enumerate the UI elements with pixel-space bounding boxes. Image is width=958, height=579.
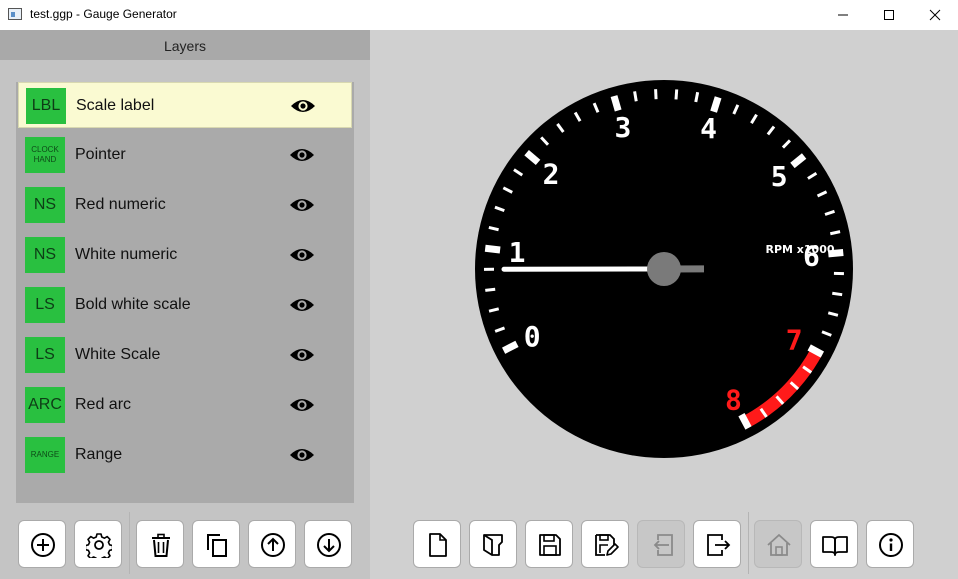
layer-name: White numeric bbox=[75, 246, 178, 263]
eye-icon[interactable] bbox=[289, 146, 315, 164]
manual-button[interactable] bbox=[810, 520, 858, 568]
scale-number: 1 bbox=[509, 236, 526, 269]
toolbar-separator bbox=[129, 512, 130, 574]
import-button[interactable] bbox=[637, 520, 685, 568]
pointer-hub bbox=[647, 252, 681, 286]
close-icon bbox=[929, 9, 941, 21]
layer-row[interactable]: LBL Scale label bbox=[18, 82, 352, 128]
move-down-icon bbox=[317, 533, 341, 557]
scale-number: 3 bbox=[614, 111, 631, 144]
minor-tick bbox=[694, 91, 700, 103]
gauge-preview: 0123 45678 RPM x1000 bbox=[475, 80, 853, 458]
scale-number: 4 bbox=[700, 112, 717, 145]
minor-tick bbox=[633, 91, 638, 102]
info-icon bbox=[879, 533, 903, 557]
layer-name: Red numeric bbox=[75, 196, 166, 213]
manual-book-icon bbox=[822, 536, 848, 556]
eye-icon[interactable] bbox=[289, 346, 315, 364]
window-title: test.ggp - Gauge Generator bbox=[30, 7, 177, 21]
open-file-icon bbox=[483, 534, 503, 556]
gauge-unit-label: RPM x1000 bbox=[765, 243, 834, 256]
layer-name: Scale label bbox=[76, 97, 155, 114]
minimize-button[interactable] bbox=[820, 0, 866, 30]
layer-type-badge: LS bbox=[25, 337, 65, 373]
import-icon bbox=[653, 534, 673, 556]
layer-type-badge: RANGE bbox=[25, 437, 65, 473]
minor-tick bbox=[832, 291, 843, 297]
eye-icon[interactable] bbox=[290, 97, 316, 115]
delete-layer-button[interactable] bbox=[136, 520, 184, 568]
eye-icon[interactable] bbox=[289, 396, 315, 414]
layer-row[interactable]: LS Bold white scale bbox=[18, 282, 352, 328]
save-icon bbox=[539, 534, 561, 556]
scale-number: 8 bbox=[725, 384, 742, 417]
duplicate-layer-button[interactable] bbox=[192, 520, 240, 568]
layer-type-badge: ARC bbox=[25, 387, 65, 423]
layers-panel: Layers LBL Scale label CLOCK HAND Pointer NS… bbox=[0, 30, 370, 579]
layers-header: Layers bbox=[0, 30, 370, 60]
duplicate-icon bbox=[207, 534, 227, 557]
eye-icon[interactable] bbox=[289, 246, 315, 264]
layer-name: White Scale bbox=[75, 346, 161, 363]
save-button[interactable] bbox=[525, 520, 573, 568]
app-icon bbox=[8, 8, 22, 20]
minor-tick bbox=[674, 89, 679, 100]
maximize-icon bbox=[884, 10, 894, 20]
layer-name: Pointer bbox=[75, 146, 126, 163]
home-button[interactable] bbox=[754, 520, 802, 568]
layer-type-badge: LBL bbox=[26, 88, 66, 124]
save-as-icon bbox=[595, 534, 619, 556]
layer-row[interactable]: RANGE Range bbox=[18, 432, 352, 478]
minor-tick bbox=[485, 287, 496, 292]
open-file-button[interactable] bbox=[469, 520, 517, 568]
major-tick bbox=[710, 96, 722, 113]
close-button[interactable] bbox=[912, 0, 958, 30]
export-icon bbox=[707, 534, 731, 556]
layer-row[interactable]: NS White numeric bbox=[18, 232, 352, 278]
eye-icon[interactable] bbox=[289, 296, 315, 314]
layer-name: Red arc bbox=[75, 396, 132, 413]
new-file-button[interactable] bbox=[413, 520, 461, 568]
layer-type-badge: NS bbox=[25, 187, 65, 223]
scale-number: 7 bbox=[786, 323, 803, 356]
eye-icon[interactable] bbox=[289, 446, 315, 464]
layer-row[interactable]: LS White Scale bbox=[18, 332, 352, 378]
layer-name: Bold white scale bbox=[75, 296, 191, 313]
info-button[interactable] bbox=[866, 520, 914, 568]
layer-type-badge: LS bbox=[25, 287, 65, 323]
layer-settings-button[interactable] bbox=[74, 520, 122, 568]
layers-list: LBL Scale label CLOCK HAND Pointer NS Red num… bbox=[16, 82, 354, 503]
eye-icon[interactable] bbox=[289, 196, 315, 214]
save-as-button[interactable] bbox=[581, 520, 629, 568]
layer-type-badge: NS bbox=[25, 237, 65, 273]
move-up-icon bbox=[261, 533, 285, 557]
layer-row[interactable]: CLOCK HAND Pointer bbox=[18, 132, 352, 178]
layer-row[interactable]: ARC Red arc bbox=[18, 382, 352, 428]
minimize-icon bbox=[838, 14, 848, 16]
export-button[interactable] bbox=[693, 520, 741, 568]
minor-tick bbox=[829, 230, 841, 236]
add-layer-button[interactable] bbox=[18, 520, 66, 568]
toolbar-separator bbox=[748, 512, 749, 574]
delete-icon bbox=[152, 533, 170, 557]
maximize-button[interactable] bbox=[866, 0, 912, 30]
layer-row[interactable]: NS Red numeric bbox=[18, 182, 352, 228]
scale-number: 2 bbox=[543, 157, 560, 190]
layer-name: Range bbox=[75, 446, 123, 463]
new-file-icon bbox=[429, 533, 447, 557]
layer-type-badge: CLOCK HAND bbox=[25, 137, 65, 173]
major-tick bbox=[610, 95, 622, 112]
move-layer-up-button[interactable] bbox=[248, 520, 296, 568]
major-tick bbox=[484, 244, 501, 254]
scale-number: 0 bbox=[524, 320, 541, 353]
add-layer-icon bbox=[31, 533, 55, 557]
home-icon bbox=[767, 534, 791, 556]
scale-number: 5 bbox=[771, 160, 788, 193]
title-bar: test.ggp - Gauge Generator bbox=[0, 0, 958, 30]
layer-settings-icon bbox=[86, 533, 112, 558]
move-layer-down-button[interactable] bbox=[304, 520, 352, 568]
